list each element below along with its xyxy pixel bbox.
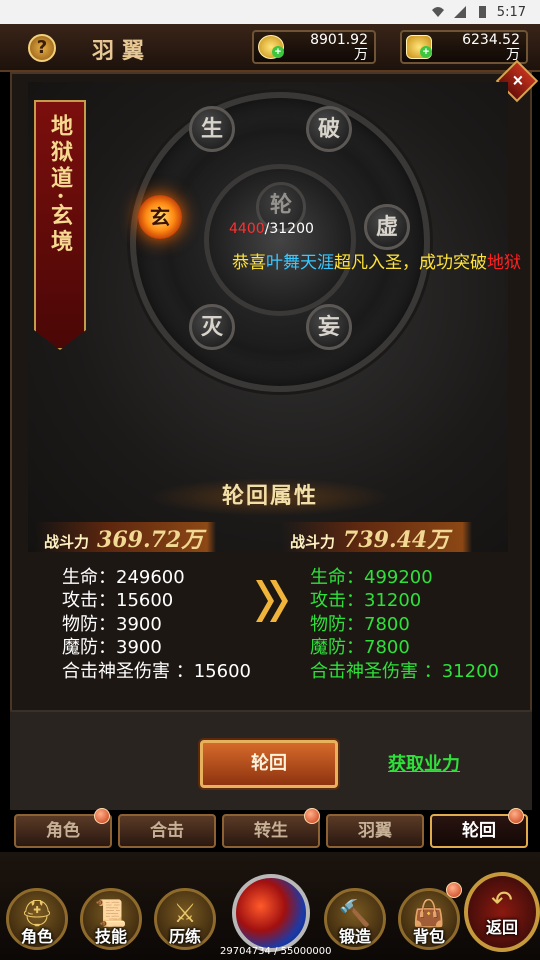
gold-value: 8901.92 bbox=[310, 32, 368, 48]
get-karma-link[interactable]: 获取业力 bbox=[388, 750, 460, 776]
experience-readout: 29704734 / 55000000 bbox=[220, 946, 332, 957]
sub-tab-bar: 角色 合击 转生 羽翼 轮回 bbox=[10, 808, 532, 852]
current-stat-attack: 攻击：15600 bbox=[62, 590, 174, 612]
upgrade-arrows-icon bbox=[256, 580, 288, 622]
return-button[interactable]: ↶ 返回 bbox=[464, 872, 540, 952]
help-button[interactable]: ? bbox=[28, 34, 56, 62]
nav-skills-label: 技能 bbox=[94, 927, 127, 946]
subtab-role-badge bbox=[94, 808, 110, 824]
signal-icon bbox=[453, 6, 466, 18]
next-stat-pdef: 物防：7800 bbox=[310, 613, 410, 635]
nav-forge-label: 锻造 bbox=[338, 927, 371, 946]
wifi-icon bbox=[431, 7, 444, 17]
current-stat-pdef: 物防：3900 bbox=[62, 613, 162, 635]
broadcast-player: 叶舞天涯 bbox=[266, 253, 334, 272]
next-power: 战斗力 739.44万 bbox=[282, 522, 472, 553]
ingot-currency[interactable]: + 6234.52 万 bbox=[400, 30, 528, 64]
nav-training[interactable]: ⚔ 历练 bbox=[154, 888, 216, 950]
nav-skills[interactable]: 📜 技能 bbox=[80, 888, 142, 950]
status-time: 5:17 bbox=[496, 4, 526, 20]
top-header: ? 羽翼 + 8901.92 万 + 6234.52 万 bbox=[0, 24, 540, 72]
ingot-unit: 万 bbox=[506, 47, 520, 63]
subtab-reincarnation-badge bbox=[508, 808, 524, 824]
next-stats: 生命：499200 攻击：31200 物防：7800 魔防：7800 合击神圣伤… bbox=[310, 566, 499, 683]
current-power: 战斗力 369.72万 bbox=[36, 522, 216, 553]
wheel-orb-xu[interactable]: 虚 bbox=[364, 204, 410, 250]
subtab-combo[interactable]: 合击 bbox=[118, 814, 216, 848]
realm-banner: 地狱道·玄境 bbox=[34, 100, 86, 350]
next-stat-attack: 攻击：31200 bbox=[310, 590, 422, 612]
realm-progress: 4400/31200 bbox=[229, 221, 314, 237]
gold-currency[interactable]: + 8901.92 万 bbox=[252, 30, 376, 64]
return-label: 返回 bbox=[485, 918, 518, 937]
wheel-orb-po[interactable]: 破 bbox=[306, 106, 352, 152]
current-stats: 生命：249600 攻击：15600 物防：3900 魔防：3900 合击神圣伤… bbox=[62, 566, 251, 683]
current-power-label: 战斗力 bbox=[44, 533, 90, 551]
gold-value-block: 8901.92 万 bbox=[310, 33, 368, 63]
next-stat-mdef: 魔防：7800 bbox=[310, 637, 410, 659]
page-title: 羽翼 bbox=[92, 38, 153, 64]
nav-forge[interactable]: 🔨 锻造 bbox=[324, 888, 386, 950]
broadcast-marquee: 恭喜叶舞天涯超凡入圣，成功突破地狱 bbox=[232, 248, 532, 272]
nav-training-label: 历练 bbox=[168, 927, 201, 946]
reincarnate-button[interactable]: 轮回 bbox=[200, 740, 338, 788]
bottom-nav: ⛑ 角色 📜 技能 ⚔ 历练 🔨 锻造 👜 背包 ↶ 返回 bbox=[0, 852, 540, 960]
ingot-value-block: 6234.52 万 bbox=[462, 33, 520, 63]
wheel-orb-wang[interactable]: 妄 bbox=[306, 304, 352, 350]
next-stat-hp: 生命：499200 bbox=[310, 567, 433, 588]
gold-unit: 万 bbox=[354, 47, 368, 63]
fire-orb-xuan[interactable]: 玄 bbox=[138, 195, 182, 239]
close-icon: × bbox=[512, 70, 523, 91]
next-power-value: 739.44万 bbox=[343, 527, 450, 553]
broadcast-prefix: 恭喜 bbox=[232, 253, 266, 272]
subtab-wings[interactable]: 羽翼 bbox=[326, 814, 424, 848]
nav-bag-badge bbox=[446, 882, 462, 898]
nav-role[interactable]: ⛑ 角色 bbox=[6, 888, 68, 950]
current-power-value: 369.72万 bbox=[97, 527, 204, 553]
add-gold-icon[interactable]: + bbox=[272, 46, 284, 58]
wheel-orb-mie[interactable]: 灭 bbox=[189, 304, 235, 350]
nav-role-label: 角色 bbox=[20, 927, 53, 946]
current-stat-hp: 生命：249600 bbox=[62, 567, 185, 588]
add-ingot-icon[interactable]: + bbox=[420, 46, 432, 58]
nav-bag-label: 背包 bbox=[412, 927, 445, 946]
progress-max: /31200 bbox=[264, 221, 314, 237]
current-stat-mdef: 魔防：3900 bbox=[62, 637, 162, 659]
current-stat-holy-damage: 合击神圣伤害 ：15600 bbox=[62, 660, 251, 682]
progress-current: 4400 bbox=[229, 221, 265, 237]
return-arrow-icon: ↶ bbox=[491, 886, 513, 916]
status-bar: 5:17 bbox=[0, 0, 540, 24]
orb-of-realm-icon[interactable] bbox=[232, 874, 310, 952]
broadcast-mid: 超凡入圣，成功突破 bbox=[334, 253, 487, 272]
battery-icon bbox=[478, 6, 486, 18]
next-power-label: 战斗力 bbox=[290, 533, 336, 551]
realm-name: 地狱道·玄境 bbox=[47, 114, 73, 256]
attributes-title: 轮回属性 bbox=[150, 478, 390, 516]
subtab-rebirth-badge bbox=[304, 808, 320, 824]
ingot-value: 6234.52 bbox=[462, 32, 520, 48]
broadcast-tail: 地狱 bbox=[487, 253, 521, 272]
next-stat-holy-damage: 合击神圣伤害 ：31200 bbox=[310, 660, 499, 682]
wheel-orb-sheng[interactable]: 生 bbox=[189, 106, 235, 152]
